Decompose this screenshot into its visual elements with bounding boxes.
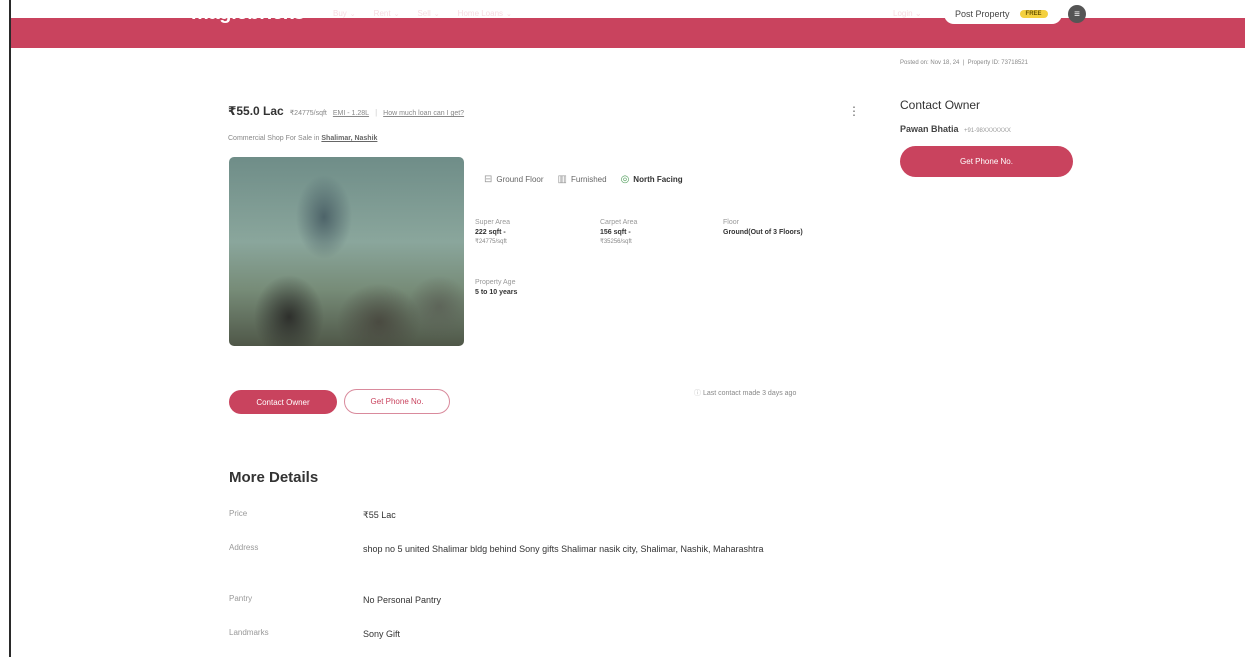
post-property-button[interactable]: Post Property FREE: [944, 4, 1062, 24]
emi-link[interactable]: EMI - 1.28L: [333, 110, 369, 117]
login-label: Login: [893, 9, 913, 18]
super-area-label: Super Area: [475, 219, 511, 226]
detail-key: Address: [229, 543, 259, 552]
chip-facing: ◎ North Facing: [621, 174, 683, 185]
info-icon: ⓘ: [694, 390, 701, 397]
post-property-label: Post Property: [955, 9, 1010, 19]
nav-buy[interactable]: Buy ⌄: [333, 9, 356, 18]
nav-sell[interactable]: Sell ⌄: [417, 9, 439, 18]
detail-value: No Personal Pantry: [363, 595, 442, 605]
chevron-down-icon: ⌄: [914, 9, 922, 18]
spec-property-age: Property Age 5 to 10 years: [475, 279, 517, 296]
chip-furnishing-label: Furnished: [570, 175, 607, 184]
last-contact-note: ⓘ Last contact made 3 days ago: [694, 388, 796, 398]
window-frame-edge: [9, 0, 11, 657]
feature-chips: ⊟ Ground Floor ▥ Furnished ◎ North Facing: [484, 174, 683, 185]
get-phone-button[interactable]: Get Phone No.: [900, 146, 1073, 177]
main-nav: Buy ⌄ Rent ⌄ Sell ⌄ Home Loans ⌄: [333, 9, 530, 18]
detail-key: Pantry: [229, 594, 253, 603]
more-options-icon[interactable]: ⋮: [848, 104, 860, 118]
owner-name-text: Pawan Bhatia: [900, 124, 959, 134]
location-link[interactable]: Shalimar, Nashik: [321, 135, 377, 142]
price-per-sqft: ₹24775/sqft: [289, 110, 327, 117]
property-age-label: Property Age: [475, 279, 516, 286]
more-details-title: More Details: [229, 469, 319, 486]
posted-date: Posted on: Nov 18, 24: [900, 60, 960, 66]
nav-rent-label: Rent: [373, 9, 391, 18]
chip-furnishing: ▥ Furnished: [558, 174, 607, 185]
spec-floor: Floor Ground(Out of 3 Floors): [723, 219, 803, 236]
chip-floor: ⊟ Ground Floor: [484, 174, 544, 185]
floor-label: Floor: [723, 219, 739, 226]
chevron-down-icon: ⌄: [433, 11, 440, 18]
listing-type: Commercial Shop For Sale in: [228, 135, 320, 142]
owner-card-title: Contact Owner: [900, 98, 981, 112]
nav-home-loans[interactable]: Home Loans ⌄: [458, 9, 512, 18]
chip-floor-label: Ground Floor: [496, 175, 544, 184]
spec-super-area: Super Area 222 sqft - ₹24775/sqft: [475, 219, 510, 245]
hamburger-icon[interactable]: ≡: [1068, 5, 1086, 23]
nav-sell-label: Sell: [417, 9, 431, 18]
furniture-icon: ▥: [557, 174, 567, 185]
login-link[interactable]: Login ⌄: [893, 9, 922, 18]
compass-icon: ◎: [620, 174, 630, 185]
chevron-down-icon: ⌄: [393, 11, 400, 18]
stairs-icon: ⊟: [484, 174, 493, 185]
chip-facing-label: North Facing: [633, 175, 683, 184]
nav-buy-label: Buy: [333, 9, 347, 18]
get-phone-outline-button[interactable]: Get Phone No.: [344, 389, 450, 414]
posted-meta: Posted on: Nov 18, 24 | Property ID: 737…: [900, 60, 1028, 66]
detail-value: ₹55 Lac: [363, 510, 396, 520]
detail-value: shop no 5 united Shalimar bldg behind So…: [363, 544, 764, 554]
owner-name: Pawan Bhatia +91-98XXXXXXX: [900, 124, 1011, 134]
last-contact-text: Last contact made 3 days ago: [702, 390, 797, 397]
detail-key: Landmarks: [229, 628, 269, 637]
site-logo[interactable]: magicbricks: [191, 2, 305, 25]
property-photo[interactable]: [229, 157, 464, 346]
free-badge: FREE: [1019, 10, 1048, 18]
detail-value: Sony Gift: [363, 629, 401, 639]
price-row: ₹55.0 Lac ₹24775/sqft EMI - 1.28L | How …: [228, 104, 464, 118]
property-age-value: 5 to 10 years: [475, 289, 518, 296]
property-id: Property ID: 73718521: [967, 60, 1028, 66]
detail-key: Price: [229, 509, 248, 518]
nav-home-loans-label: Home Loans: [457, 9, 504, 18]
carpet-area-value: 156 sqft -: [600, 229, 631, 236]
super-area-rate: ₹24775/sqft: [475, 239, 507, 245]
carpet-area-rate: ₹35256/sqft: [600, 239, 632, 245]
listing-subtitle: Commercial Shop For Sale in Shalimar, Na…: [228, 135, 377, 142]
spec-carpet-area: Carpet Area 156 sqft - ₹35256/sqft: [600, 219, 637, 245]
carpet-area-label: Carpet Area: [600, 219, 638, 226]
chevron-down-icon: ⌄: [349, 11, 356, 18]
floor-value: Ground(Out of 3 Floors): [723, 229, 803, 236]
super-area-value: 222 sqft -: [475, 229, 506, 236]
contact-owner-button[interactable]: Contact Owner: [229, 390, 337, 414]
nav-rent[interactable]: Rent ⌄: [374, 9, 400, 18]
price: ₹55.0 Lac: [228, 104, 284, 118]
chevron-down-icon: ⌄: [506, 11, 512, 18]
owner-phone-masked: +91-98XXXXXXX: [964, 128, 1011, 134]
divider: |: [375, 108, 378, 117]
loan-eligibility-link[interactable]: How much loan can I get?: [383, 110, 464, 117]
